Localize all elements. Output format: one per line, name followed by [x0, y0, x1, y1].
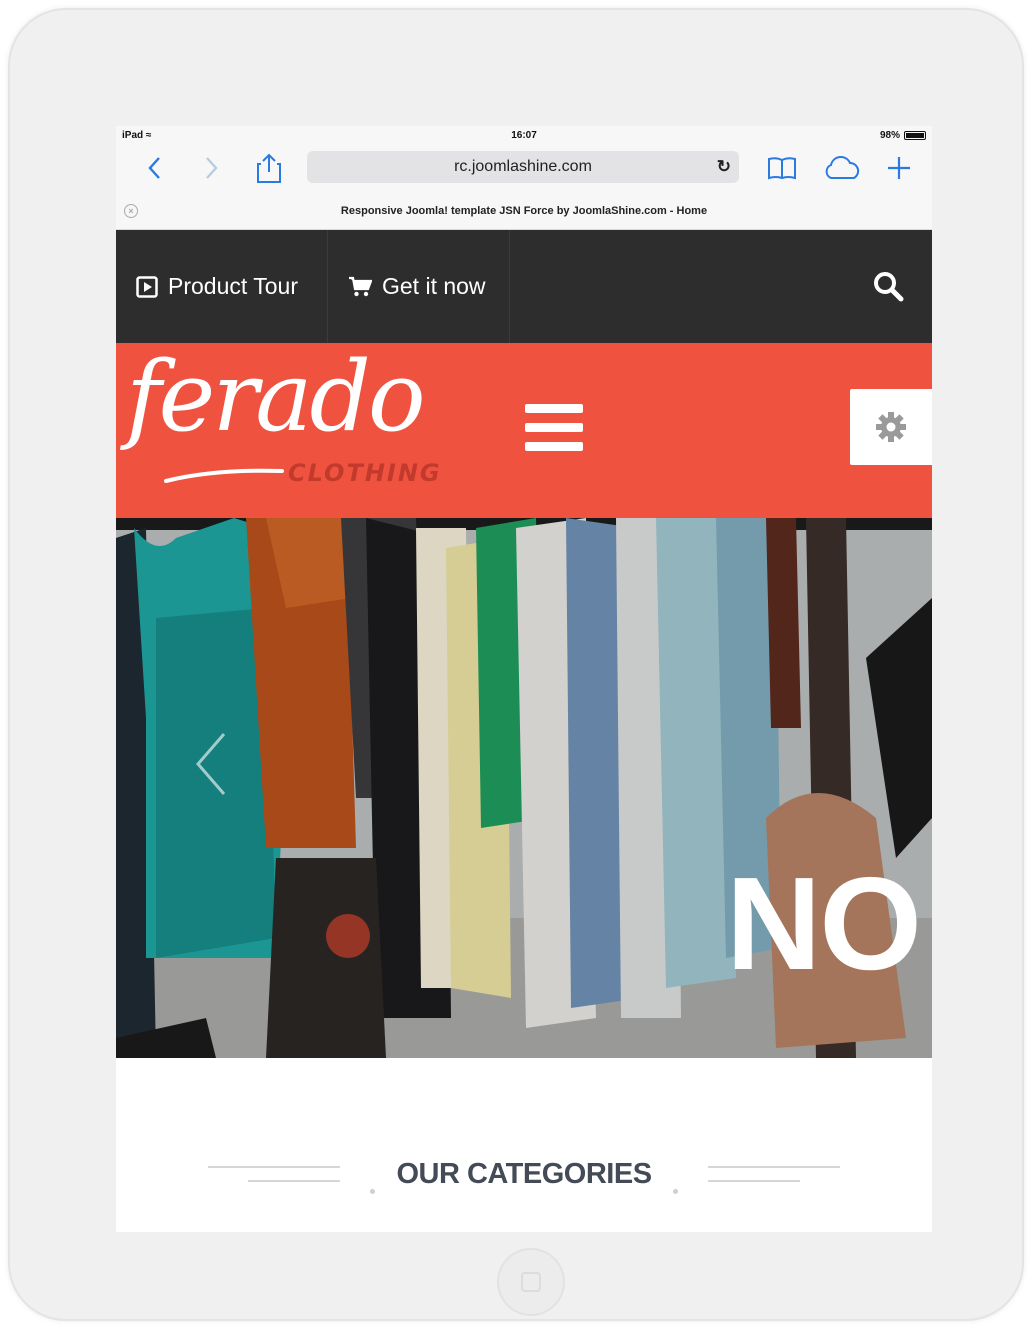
- previous-slide-icon[interactable]: [194, 732, 228, 796]
- battery-icon: [904, 131, 926, 140]
- logo-subtitle: CLOTHING: [288, 459, 442, 487]
- site-top-nav: Product Tour Get it now: [116, 230, 932, 343]
- bookmarks-icon[interactable]: [766, 154, 798, 182]
- browser-toolbar: rc.joomlashine.com ↻: [116, 146, 932, 204]
- url-text: rc.joomlashine.com: [454, 158, 592, 175]
- tab-title: Responsive Joomla! template JSN Force by…: [340, 205, 708, 217]
- tab-title-bar[interactable]: × Responsive Joomla! template JSN Force …: [116, 204, 932, 230]
- forward-icon[interactable]: [202, 154, 222, 182]
- nav-get-it-now[interactable]: Get it now: [328, 230, 510, 343]
- screen: iPad ≈ 16:07 98% rc.joomlashine.com ↻ × …: [116, 126, 932, 1232]
- play-square-icon: [136, 275, 158, 298]
- menu-icon[interactable]: [525, 404, 583, 452]
- settings-button[interactable]: [850, 389, 932, 465]
- address-bar[interactable]: rc.joomlashine.com ↻: [307, 151, 739, 183]
- close-tab-icon[interactable]: ×: [124, 204, 138, 218]
- battery-status: 98%: [880, 130, 926, 141]
- nav-label: Product Tour: [168, 273, 298, 299]
- back-icon[interactable]: [144, 154, 164, 182]
- hero-slider: NO: [116, 518, 932, 1058]
- cart-icon: [349, 276, 372, 296]
- new-tab-icon[interactable]: [886, 154, 912, 182]
- reload-icon[interactable]: ↻: [717, 157, 731, 177]
- home-button[interactable]: [497, 1248, 565, 1316]
- logo-wordmark: ferado: [126, 341, 426, 453]
- hero-overlay-text: NO: [726, 850, 922, 997]
- share-icon[interactable]: [256, 153, 282, 183]
- section-title: OUR CATEGORIES: [396, 1158, 652, 1190]
- brand-header: ferado CLOTHING: [116, 343, 932, 518]
- logo-swoosh-icon: [164, 468, 284, 483]
- nav-label: Get it now: [382, 273, 486, 299]
- gear-icon: [876, 412, 906, 442]
- nav-product-tour[interactable]: Product Tour: [116, 230, 328, 343]
- status-bar: iPad ≈ 16:07 98%: [116, 126, 932, 146]
- cloud-icon[interactable]: [822, 154, 862, 182]
- search-icon[interactable]: [872, 270, 904, 307]
- clock: 16:07: [511, 130, 537, 141]
